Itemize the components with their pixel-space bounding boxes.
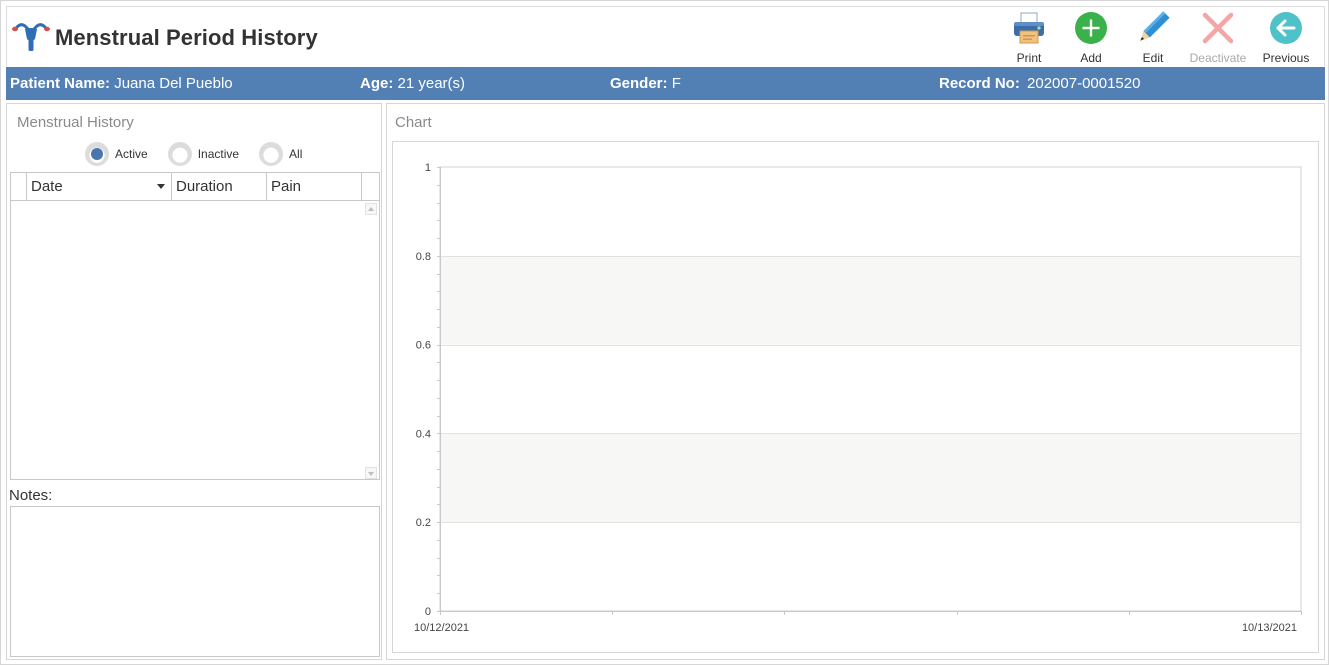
status-filter: Active Inactive All bbox=[85, 142, 322, 166]
print-button[interactable]: Print bbox=[998, 9, 1060, 65]
column-header-pain[interactable]: Pain bbox=[267, 173, 362, 200]
close-x-icon bbox=[1201, 11, 1235, 45]
pencil-icon bbox=[1136, 11, 1170, 45]
deactivate-button[interactable]: Deactivate bbox=[1184, 9, 1252, 65]
uterus-icon bbox=[11, 17, 51, 55]
filter-active-label: Active bbox=[115, 147, 148, 161]
patient-gender-label: Gender: bbox=[610, 75, 668, 92]
x-tick-label: 10/13/2021 bbox=[1242, 622, 1297, 634]
scroll-up-arrow-icon[interactable] bbox=[365, 203, 377, 215]
notes-textarea[interactable] bbox=[10, 506, 380, 657]
patient-record-field: Record No: 202007-0001520 bbox=[939, 75, 1140, 92]
page-title: Menstrual Period History bbox=[55, 25, 318, 50]
patient-record-label: Record No: bbox=[939, 75, 1020, 92]
chart-frame: 0 0.2 0.4 0.6 0.8 1 10/12/2021 10/13/2021 bbox=[392, 141, 1319, 653]
patient-age-value: 21 year(s) bbox=[397, 75, 466, 92]
x-tick-label: 10/12/2021 bbox=[414, 622, 469, 634]
y-tick-label: 0.8 bbox=[416, 251, 431, 263]
y-tick-label: 1 bbox=[425, 162, 431, 174]
edit-button[interactable]: Edit bbox=[1122, 9, 1184, 65]
plot-area bbox=[439, 166, 1302, 612]
filter-all-radio[interactable]: All bbox=[259, 142, 302, 166]
patient-name-label: Patient Name: bbox=[10, 75, 111, 92]
chart-panel: Chart 0 0.2 0.4 0.6 0.8 1 10/12/2021 10/13/2021 bbox=[386, 103, 1325, 660]
patient-age-field: Age: 21 year(s) bbox=[360, 75, 465, 92]
column-header-date[interactable]: Date bbox=[27, 173, 172, 200]
y-tick-label: 0.2 bbox=[416, 517, 431, 529]
deactivate-label: Deactivate bbox=[1189, 51, 1247, 65]
filter-inactive-label: Inactive bbox=[197, 147, 240, 161]
sort-descending-icon bbox=[157, 184, 165, 189]
column-duration-label: Duration bbox=[176, 178, 233, 195]
column-header-duration[interactable]: Duration bbox=[172, 173, 267, 200]
page-header: Menstrual Period History Print Add Edit … bbox=[6, 6, 1325, 66]
column-date-label: Date bbox=[31, 178, 63, 195]
grid-header: Date Duration Pain bbox=[11, 173, 379, 201]
scroll-down-arrow-icon[interactable] bbox=[365, 467, 377, 479]
grid-header-filler bbox=[362, 173, 379, 200]
grid-vertical-scrollbar[interactable] bbox=[364, 203, 378, 479]
plus-circle-icon bbox=[1074, 11, 1108, 45]
app-window: Menstrual Period History Print Add Edit … bbox=[0, 0, 1329, 665]
previous-label: Previous bbox=[1262, 51, 1310, 65]
patient-gender-field: Gender: F bbox=[610, 75, 681, 92]
y-tick-label: 0.6 bbox=[416, 340, 431, 352]
menstrual-history-grid[interactable]: Date Duration Pain bbox=[10, 172, 380, 480]
notes-label: Notes: bbox=[9, 487, 53, 504]
add-button[interactable]: Add bbox=[1060, 9, 1122, 65]
patient-name-value: Juana Del Pueblo bbox=[114, 75, 233, 92]
printer-icon bbox=[1012, 11, 1046, 45]
patient-age-label: Age: bbox=[360, 75, 394, 92]
y-tick-label: 0.4 bbox=[416, 428, 431, 440]
period-chart: 0 0.2 0.4 0.6 0.8 1 10/12/2021 10/13/2021 bbox=[414, 162, 1302, 634]
radio-unselected-icon bbox=[167, 142, 192, 166]
filter-inactive-radio[interactable]: Inactive bbox=[167, 142, 240, 166]
patient-info-bar: Patient Name: Juana Del Pueblo Age: 21 y… bbox=[6, 67, 1325, 100]
row-selector-header bbox=[11, 173, 27, 200]
filter-all-label: All bbox=[289, 147, 303, 161]
column-pain-label: Pain bbox=[271, 178, 302, 195]
chart-section-title: Chart bbox=[395, 114, 432, 131]
patient-name-field: Patient Name: Juana Del Pueblo bbox=[10, 75, 233, 92]
radio-selected-icon bbox=[85, 142, 109, 166]
radio-unselected-icon bbox=[259, 142, 284, 166]
filter-active-radio[interactable]: Active bbox=[85, 142, 148, 166]
chart-band bbox=[440, 433, 1301, 523]
toolbar: Print Add Edit Deactivate Previous bbox=[998, 9, 1320, 65]
menstrual-history-panel: Menstrual History Active Inactive All Da… bbox=[6, 103, 382, 660]
edit-label: Edit bbox=[1142, 51, 1164, 65]
menstrual-history-title: Menstrual History bbox=[17, 114, 134, 131]
chart-band bbox=[440, 255, 1301, 345]
arrow-left-circle-icon bbox=[1269, 11, 1303, 45]
add-label: Add bbox=[1080, 51, 1102, 65]
print-label: Print bbox=[1016, 51, 1042, 65]
patient-gender-value: F bbox=[671, 75, 681, 92]
patient-record-value: 202007-0001520 bbox=[1027, 75, 1141, 92]
previous-button[interactable]: Previous bbox=[1252, 9, 1320, 65]
y-tick-label: 0 bbox=[425, 606, 431, 618]
